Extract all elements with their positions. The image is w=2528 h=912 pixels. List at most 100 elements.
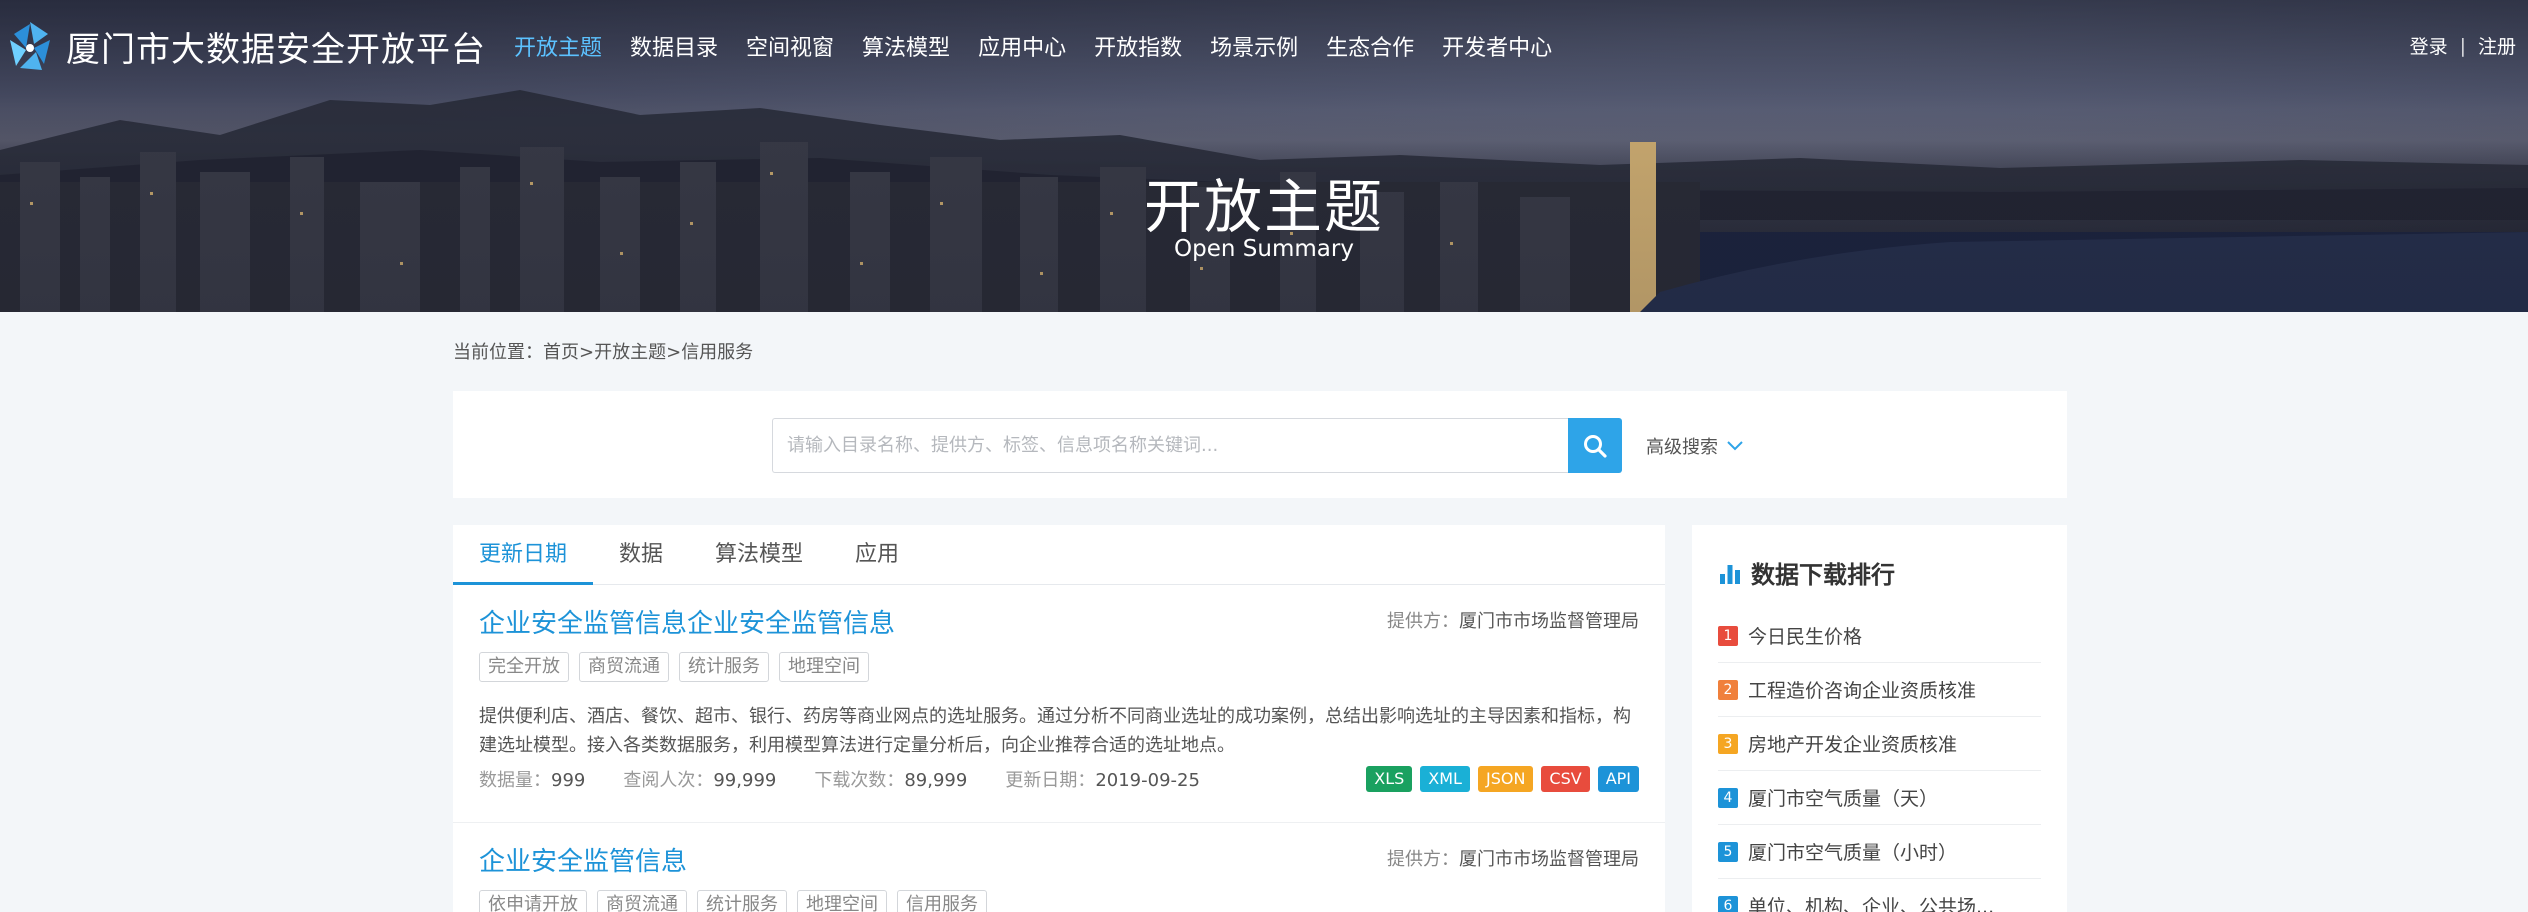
meta-label: 查阅人次： (623, 770, 714, 791)
tag[interactable]: 商贸流通 (597, 890, 687, 912)
result-tags: 完全开放 商贸流通 统计服务 地理空间 (479, 652, 879, 682)
search-button[interactable] (1568, 418, 1622, 473)
tag[interactable]: 依申请开放 (479, 890, 587, 912)
chevron-down-icon (1727, 441, 1743, 451)
meta-value: 2019-09-25 (1095, 770, 1200, 791)
site-logo[interactable]: 厦门市大数据安全开放平台 (4, 16, 486, 76)
result-title[interactable]: 企业安全监管信息 (479, 841, 687, 878)
rank-badge: 2 (1718, 679, 1738, 700)
tag[interactable]: 统计服务 (679, 652, 769, 682)
ranking-header: 数据下载排行 (1718, 555, 1895, 590)
tag[interactable]: 地理空间 (779, 652, 869, 682)
result-item: 企业安全监管信息企业安全监管信息 提供方：厦门市市场监督管理局 完全开放 商贸流… (453, 585, 1665, 823)
tab-data[interactable]: 数据 (593, 525, 689, 585)
provider-value: 厦门市市场监督管理局 (1459, 611, 1639, 632)
ranking-item-label: 单位、机构、企业、公共场... (1748, 896, 1995, 912)
result-formats: XLS XML JSON CSV API (1358, 766, 1639, 792)
rank-badge: 6 (1718, 895, 1738, 912)
meta-value: 99,999 (713, 770, 777, 791)
ranking-item[interactable]: 4 厦门市空气质量（天） (1718, 771, 2041, 825)
tab-update-date[interactable]: 更新日期 (453, 525, 594, 585)
breadcrumb-open-topics[interactable]: 开放主题 (594, 342, 666, 363)
rank-badge: 3 (1718, 733, 1738, 754)
tag[interactable]: 信用服务 (897, 890, 987, 912)
nav-item-app-center[interactable]: 应用中心 (978, 30, 1066, 62)
tab-algorithm-models[interactable]: 算法模型 (689, 525, 829, 585)
advanced-search-label: 高级搜索 (1646, 437, 1718, 458)
meta-data-volume: 数据量：999 (479, 766, 585, 792)
rank-badge: 1 (1718, 625, 1738, 646)
meta-updated: 更新日期：2019-09-25 (1005, 766, 1200, 792)
result-meta: 数据量：999 查阅人次：99,999 下载次数：89,999 更新日期：201… (479, 766, 1238, 792)
ranking-item[interactable]: 2 工程造价咨询企业资质核准 (1718, 663, 2041, 717)
result-provider: 提供方：厦门市市场监督管理局 (1387, 607, 1639, 633)
format-badge-api[interactable]: API (1597, 766, 1639, 792)
register-link[interactable]: 注册 (2478, 32, 2516, 59)
format-badge-json[interactable]: JSON (1477, 766, 1534, 792)
breadcrumb-sep: > (666, 342, 682, 363)
ranking-title: 数据下载排行 (1751, 561, 1895, 589)
advanced-search-toggle[interactable]: 高级搜索 (1646, 433, 1744, 459)
meta-label: 数据量： (479, 770, 551, 791)
nav-item-spatial-view[interactable]: 空间视窗 (746, 30, 834, 62)
ranking-item[interactable]: 6 单位、机构、企业、公共场... (1718, 879, 2041, 912)
ranking-item[interactable]: 5 厦门市空气质量（小时） (1718, 825, 2041, 879)
nav-item-scenario-examples[interactable]: 场景示例 (1210, 30, 1298, 62)
ranking-item-label: 房地产开发企业资质核准 (1748, 734, 1958, 756)
meta-value: 999 (551, 770, 586, 791)
ranking-item[interactable]: 1 今日民生价格 (1718, 609, 2041, 663)
meta-downloads: 下载次数：89,999 (814, 766, 967, 792)
meta-label: 更新日期： (1005, 770, 1096, 791)
banner-subtitle: Open Summary (1174, 236, 1354, 262)
meta-value: 89,999 (904, 770, 968, 791)
sort-tabs: 更新日期 数据 算法模型 应用 (453, 525, 1665, 585)
tab-apps[interactable]: 应用 (829, 525, 925, 585)
download-ranking-panel: 数据下载排行 1 今日民生价格 2 工程造价咨询企业资质核准 3 房地产开发企业… (1692, 525, 2067, 912)
search-icon (1584, 434, 1607, 458)
search-panel: 高级搜索 (453, 391, 2067, 498)
site-title: 厦门市大数据安全开放平台 (66, 29, 486, 70)
result-provider: 提供方：厦门市市场监督管理局 (1387, 845, 1639, 871)
format-badge-xml[interactable]: XML (1420, 766, 1470, 792)
tag[interactable]: 完全开放 (479, 652, 569, 682)
breadcrumb-home[interactable]: 首页 (543, 342, 579, 363)
nav-item-ecosystem[interactable]: 生态合作 (1326, 30, 1414, 62)
logo-icon (10, 22, 50, 70)
tag[interactable]: 地理空间 (797, 890, 887, 912)
result-item: 企业安全监管信息 提供方：厦门市市场监督管理局 依申请开放 商贸流通 统计服务 … (453, 823, 1665, 912)
search-input[interactable] (772, 418, 1572, 473)
auth-separator: | (2459, 34, 2466, 57)
ranking-item[interactable]: 3 房地产开发企业资质核准 (1718, 717, 2041, 771)
format-badge-xls[interactable]: XLS (1366, 766, 1413, 792)
rank-badge: 5 (1718, 841, 1738, 862)
rank-badge: 4 (1718, 787, 1738, 808)
auth-links: 登录 | 注册 (2410, 32, 2516, 59)
breadcrumb-prefix: 当前位置： (453, 342, 543, 363)
result-description: 提供便利店、酒店、餐饮、超市、银行、药房等商业网点的选址服务。通过分析不同商业选… (479, 706, 1631, 756)
nav-item-algorithm-models[interactable]: 算法模型 (862, 30, 950, 62)
breadcrumb-current: 信用服务 (681, 342, 754, 363)
provider-value: 厦门市市场监督管理局 (1459, 849, 1639, 870)
ranking-list: 1 今日民生价格 2 工程造价咨询企业资质核准 3 房地产开发企业资质核准 4 … (1718, 609, 2041, 912)
meta-views: 查阅人次：99,999 (623, 766, 776, 792)
nav-item-developer-center[interactable]: 开发者中心 (1442, 30, 1552, 62)
ranking-item-label: 今日民生价格 (1748, 626, 1863, 648)
ranking-item-label: 工程造价咨询企业资质核准 (1748, 680, 1977, 702)
login-link[interactable]: 登录 (2410, 32, 2448, 59)
nav-item-open-topics[interactable]: 开放主题 (514, 30, 602, 62)
ranking-item-label: 厦门市空气质量（小时） (1748, 842, 1958, 864)
provider-label: 提供方： (1387, 611, 1459, 632)
meta-label: 下载次数： (814, 770, 905, 791)
breadcrumb-sep: > (579, 342, 595, 363)
ranking-item-label: 厦门市空气质量（天） (1748, 788, 1939, 810)
tag[interactable]: 统计服务 (697, 890, 787, 912)
result-tags: 依申请开放 商贸流通 统计服务 地理空间 信用服务 (479, 890, 997, 912)
bar-chart-icon (1720, 564, 1740, 584)
tag[interactable]: 商贸流通 (579, 652, 669, 682)
result-title[interactable]: 企业安全监管信息企业安全监管信息 (479, 603, 895, 640)
nav-item-data-catalog[interactable]: 数据目录 (630, 30, 718, 62)
nav-item-open-index[interactable]: 开放指数 (1094, 30, 1182, 62)
provider-label: 提供方： (1387, 849, 1459, 870)
format-badge-csv[interactable]: CSV (1541, 766, 1590, 792)
main-nav: 开放主题 数据目录 空间视窗 算法模型 应用中心 开放指数 场景示例 生态合作 … (500, 30, 1566, 62)
